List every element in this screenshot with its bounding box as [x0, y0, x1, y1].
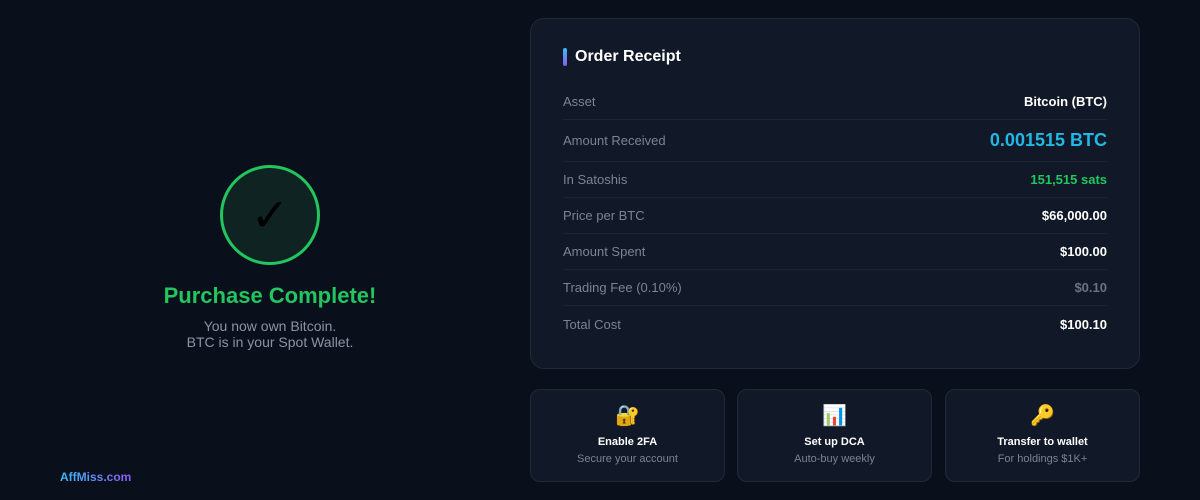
- receipt-row-asset: Asset Bitcoin (BTC): [563, 84, 1107, 120]
- row-value: $100.00: [1060, 244, 1107, 259]
- transfer-to-wallet-button[interactable]: 🔑 Transfer to wallet For holdings $1K+: [945, 389, 1140, 482]
- row-label: Total Cost: [563, 316, 621, 332]
- row-value: $66,000.00: [1041, 208, 1107, 223]
- set-up-dca-button[interactable]: 📊 Set up DCA Auto-buy weekly: [737, 389, 932, 482]
- bar-chart-icon: 📊: [822, 405, 847, 427]
- success-message-line-1: You now own Bitcoin.: [203, 317, 337, 334]
- receipt-title: Order Receipt: [575, 48, 681, 65]
- row-value: 0.001515 BTC: [989, 130, 1107, 150]
- next-steps-actions: 🔐 Enable 2FA Secure your account 📊 Set u…: [530, 389, 1140, 482]
- lock-key-icon: 🔐: [615, 405, 640, 427]
- row-value: $100.10: [1060, 316, 1107, 332]
- action-title: Enable 2FA: [597, 436, 658, 448]
- row-label: In Satoshis: [563, 172, 628, 187]
- receipt-row-satoshis: In Satoshis 151,515 sats: [563, 162, 1107, 198]
- action-subtitle: Auto-buy weekly: [794, 453, 875, 465]
- row-label: Price per BTC: [563, 208, 645, 223]
- enable-2fa-button[interactable]: 🔐 Enable 2FA Secure your account: [530, 389, 725, 482]
- success-panel: ✓ Purchase Complete! You now own Bitcoin…: [40, 0, 500, 500]
- success-message-line-2: BTC is in your Spot Wallet.: [186, 333, 354, 350]
- receipt-rows: Asset Bitcoin (BTC) Amount Received 0.00…: [563, 84, 1107, 342]
- receipt-row-total-cost: Total Cost $100.10: [563, 306, 1107, 342]
- key-icon: 🔑: [1030, 405, 1055, 427]
- success-title: Purchase Complete!: [163, 282, 377, 308]
- brand-watermark: AffMiss.com: [60, 470, 132, 484]
- action-subtitle: Secure your account: [577, 453, 678, 465]
- row-label: Asset: [563, 94, 596, 109]
- accent-bar: [563, 48, 567, 66]
- action-title: Set up DCA: [804, 436, 865, 448]
- row-label: Amount Received: [563, 133, 666, 148]
- receipt-row-amount-spent: Amount Spent $100.00: [563, 234, 1107, 270]
- row-value: $0.10: [1074, 280, 1107, 295]
- success-check-circle: ✓: [220, 164, 320, 265]
- row-value: 151,515 sats: [1030, 172, 1107, 187]
- receipt-row-trading-fee: Trading Fee (0.10%) $0.10: [563, 270, 1107, 306]
- row-value: Bitcoin (BTC): [1023, 94, 1107, 109]
- checkmark-icon: ✓: [250, 187, 290, 242]
- receipt-header: Order Receipt: [563, 47, 1107, 67]
- order-receipt-card: Order Receipt Asset Bitcoin (BTC) Amount…: [530, 18, 1140, 369]
- receipt-row-amount-received: Amount Received 0.001515 BTC: [563, 120, 1107, 162]
- action-title: Transfer to wallet: [997, 436, 1088, 448]
- row-label: Trading Fee (0.10%): [563, 280, 682, 295]
- action-subtitle: For holdings $1K+: [997, 453, 1088, 465]
- purchase-complete-screen: ✓ Purchase Complete! You now own Bitcoin…: [0, 0, 1200, 500]
- row-label: Amount Spent: [563, 244, 646, 259]
- receipt-row-price: Price per BTC $66,000.00: [563, 198, 1107, 234]
